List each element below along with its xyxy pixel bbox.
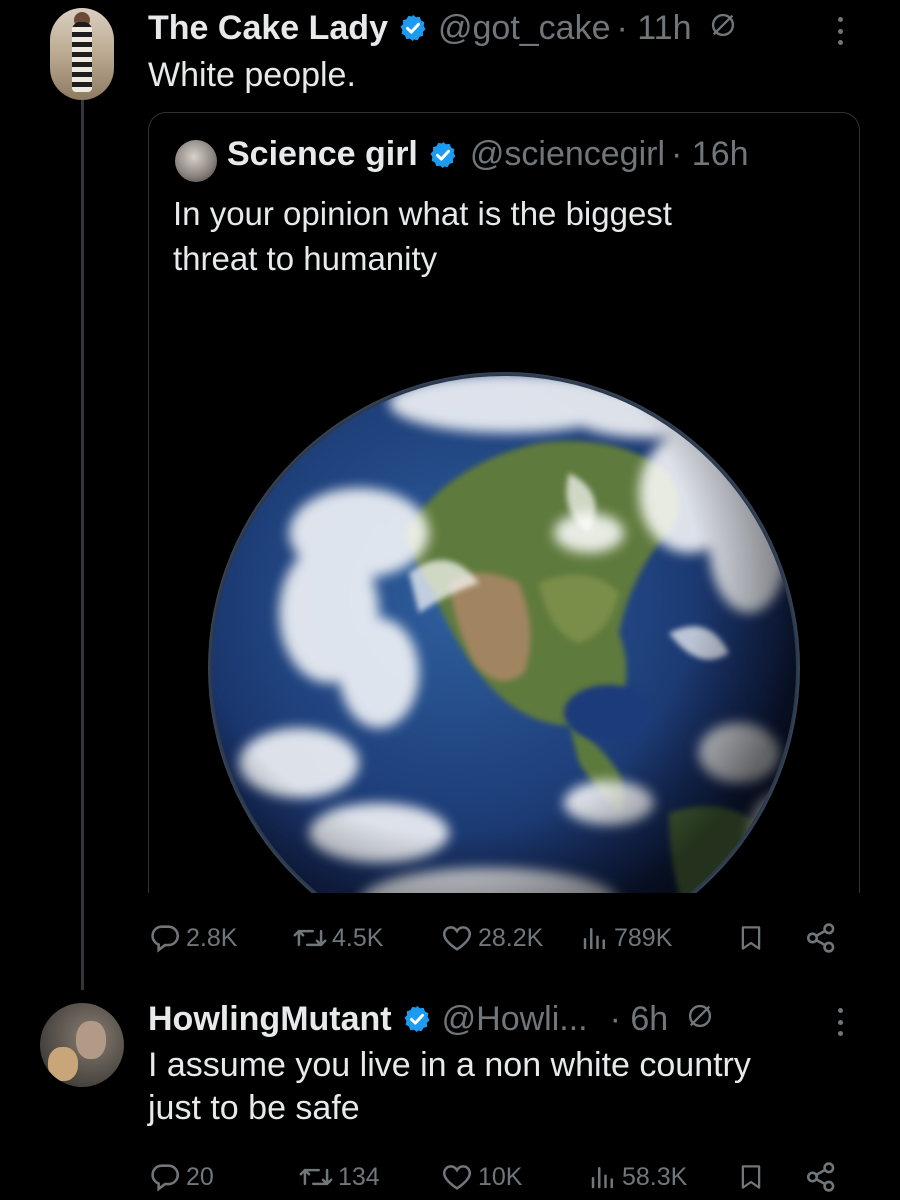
author-name[interactable]: HowlingMutant xyxy=(148,1000,392,1039)
views-button[interactable]: 58.3K xyxy=(588,1160,687,1194)
bookmark-icon xyxy=(736,1160,770,1194)
avatar-figure xyxy=(72,22,92,92)
edit-history-icon[interactable] xyxy=(686,1000,714,1039)
like-icon xyxy=(440,1160,478,1194)
tweet-text-line: I assume you live in a non white country xyxy=(148,1046,751,1084)
repost-count: 134 xyxy=(338,1162,380,1191)
like-button[interactable]: 28.2K xyxy=(440,921,543,955)
verified-badge-icon xyxy=(402,1004,432,1034)
tweet-actions: 2.8K 4.5K 28.2K 789K xyxy=(148,921,848,961)
share-button[interactable] xyxy=(804,1160,842,1194)
bookmark-icon xyxy=(736,921,770,955)
reply-button[interactable]: 2.8K xyxy=(148,921,237,955)
avatar[interactable] xyxy=(40,1003,124,1087)
repost-icon xyxy=(292,921,332,955)
quoted-text-line: In your opinion what is the biggest xyxy=(173,195,672,232)
bookmark-button[interactable] xyxy=(736,921,770,955)
author-handle[interactable]: @Howli... xyxy=(442,1000,588,1039)
tweet-text: White people. xyxy=(148,56,356,94)
tweet-actions: 20 134 10K 58.3K xyxy=(148,1160,848,1200)
timestamp[interactable]: · 6h xyxy=(610,1000,669,1039)
quoted-timestamp[interactable]: · 16h xyxy=(671,135,749,174)
share-button[interactable] xyxy=(804,921,842,955)
repost-button[interactable]: 134 xyxy=(298,1160,380,1194)
timestamp[interactable]: · 11h xyxy=(617,9,692,48)
tweet-thread: The Cake Lady @got_cake · 11h White peop… xyxy=(0,0,900,1200)
like-count: 28.2K xyxy=(478,923,544,952)
author-handle[interactable]: @got_cake xyxy=(438,9,611,48)
avatar[interactable] xyxy=(50,8,114,100)
verified-badge-icon xyxy=(398,13,428,43)
share-icon xyxy=(804,1160,842,1194)
tweet-text: I assume you live in a non white country… xyxy=(148,1044,868,1130)
bookmark-button[interactable] xyxy=(736,1160,770,1194)
quoted-text-line: threat to humanity xyxy=(173,240,438,277)
quoted-author-handle[interactable]: @sciencegirl xyxy=(470,135,665,174)
reply-icon xyxy=(148,921,186,955)
reply-count: 2.8K xyxy=(186,923,238,952)
quoted-tweet-card[interactable]: Science girl @sciencegirl · 16h In your … xyxy=(148,112,860,893)
quoted-author-avatar[interactable] xyxy=(175,140,217,182)
views-count: 789K xyxy=(614,923,673,952)
repost-icon xyxy=(298,1160,338,1194)
author-name[interactable]: The Cake Lady xyxy=(148,9,388,48)
tweet-text-line: just to be safe xyxy=(148,1089,360,1127)
views-button[interactable]: 789K xyxy=(580,921,672,955)
views-icon xyxy=(588,1160,622,1194)
avatar-face xyxy=(76,1021,106,1059)
like-button[interactable]: 10K xyxy=(440,1160,522,1194)
repost-count: 4.5K xyxy=(332,923,384,952)
like-count: 10K xyxy=(478,1162,523,1191)
quoted-author-name[interactable]: Science girl xyxy=(227,135,418,174)
quoted-tweet-header: Science girl @sciencegirl · 16h xyxy=(227,135,749,174)
like-icon xyxy=(440,921,478,955)
repost-button[interactable]: 4.5K xyxy=(292,921,383,955)
edit-history-icon[interactable] xyxy=(709,9,737,48)
thread-connector-line xyxy=(81,100,84,990)
views-icon xyxy=(580,921,614,955)
views-count: 58.3K xyxy=(622,1162,688,1191)
quoted-tweet-text: In your opinion what is the biggest thre… xyxy=(173,191,813,281)
tweet-header: The Cake Lady @got_cake · 11h xyxy=(148,6,737,50)
reply-button[interactable]: 20 xyxy=(148,1160,214,1194)
more-icon[interactable] xyxy=(836,17,844,45)
more-icon[interactable] xyxy=(836,1008,844,1036)
reply-icon xyxy=(148,1160,186,1194)
avatar-child xyxy=(48,1047,78,1081)
share-icon xyxy=(804,921,842,955)
verified-badge-icon xyxy=(428,140,458,170)
reply-count: 20 xyxy=(186,1162,214,1191)
tweet-header: HowlingMutant @Howli... · 6h xyxy=(148,997,714,1041)
